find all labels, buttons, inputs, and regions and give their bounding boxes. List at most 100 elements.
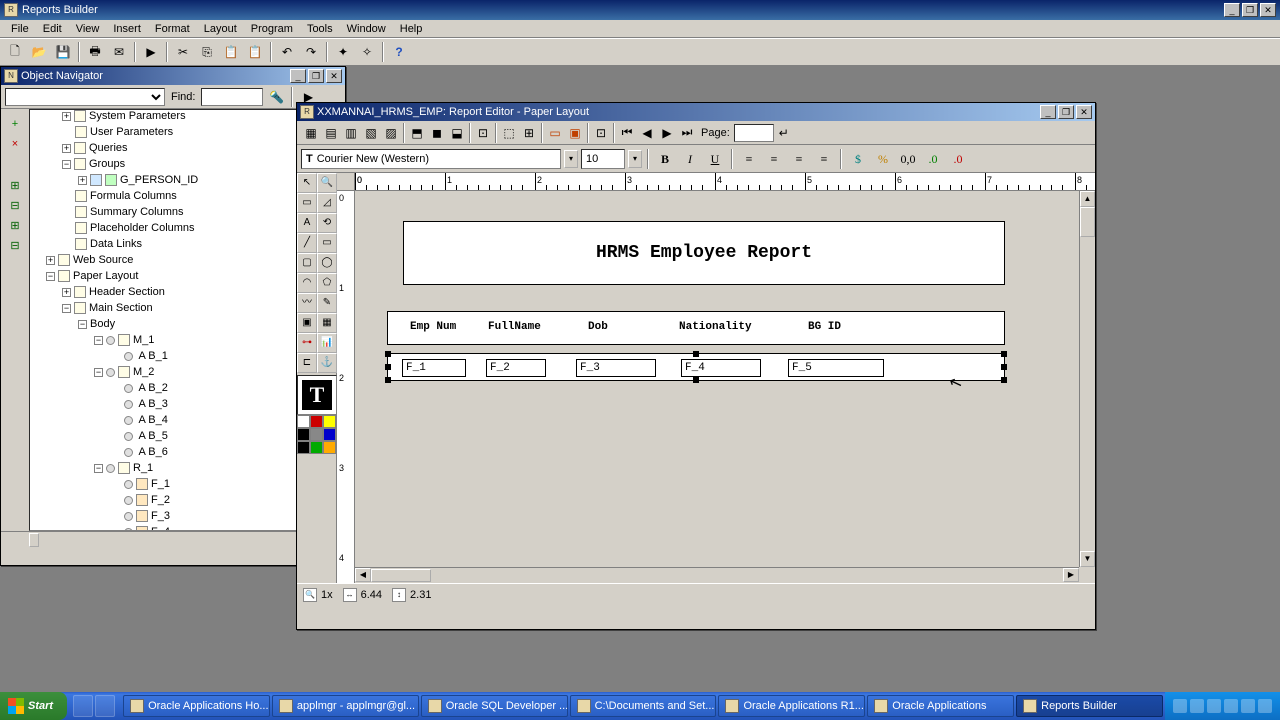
italic-button[interactable]: I xyxy=(679,148,701,170)
tray-icon[interactable] xyxy=(1207,699,1221,713)
font-select[interactable]: TCourier New (Western) xyxy=(301,149,561,169)
paste2-button[interactable]: 📋 xyxy=(244,41,266,63)
freehand-tool[interactable]: ✎ xyxy=(317,293,337,313)
arc-tool[interactable]: ◠ xyxy=(297,273,317,293)
first-page-icon[interactable]: ⏮ xyxy=(617,123,637,143)
editor-close[interactable]: ✕ xyxy=(1076,105,1092,119)
fontsize-select[interactable]: 10 xyxy=(581,149,625,169)
ellipse-tool[interactable]: ◯ xyxy=(317,253,337,273)
navigator-titlebar[interactable]: N Object Navigator _ ❐ ✕ xyxy=(1,67,345,85)
ql-show-desktop[interactable] xyxy=(73,695,93,717)
field-f1[interactable]: F_1 xyxy=(402,359,466,377)
find-input[interactable] xyxy=(201,88,263,106)
editor-minimize[interactable]: _ xyxy=(1040,105,1056,119)
editor-maximize[interactable]: ❐ xyxy=(1058,105,1074,119)
rect-tool[interactable]: ▭ xyxy=(317,233,337,253)
page-go-icon[interactable]: ↵ xyxy=(774,123,794,143)
editor-titlebar[interactable]: R XXMANNAI_HRMS_EMP: Report Editor - Pap… xyxy=(297,103,1095,121)
select-tool[interactable]: ↖ xyxy=(297,173,317,193)
system-tray[interactable] xyxy=(1165,692,1280,720)
collapse-all-icon[interactable]: ⊟ xyxy=(6,237,24,255)
expand-all-icon[interactable]: ⊞ xyxy=(6,217,24,235)
fontsize-dropdown-icon[interactable]: ▾ xyxy=(628,150,642,168)
cut-button[interactable]: ✂ xyxy=(172,41,194,63)
confine-off-icon[interactable]: ⊞ xyxy=(519,123,539,143)
layout-canvas[interactable]: HRMS Employee Report Emp Num FullName Do… xyxy=(355,191,1079,567)
insert-field-icon[interactable]: ▭ xyxy=(545,123,565,143)
view-datamodel-icon[interactable]: ▦ xyxy=(301,123,321,143)
zoom-normal-icon[interactable]: ⊡ xyxy=(473,123,493,143)
align-frame-icon[interactable]: ⊡ xyxy=(591,123,611,143)
view-paperlayout-icon[interactable]: ▥ xyxy=(341,123,361,143)
menu-file[interactable]: File xyxy=(4,21,36,37)
reshape-tool[interactable]: ◿ xyxy=(317,193,337,213)
chart-tool[interactable]: 📊 xyxy=(317,333,337,353)
field-f2[interactable]: F_2 xyxy=(486,359,546,377)
new-button[interactable]: 🗋 xyxy=(4,41,26,63)
view-paperdesign-icon[interactable]: ▧ xyxy=(361,123,381,143)
tray-icon[interactable] xyxy=(1224,699,1238,713)
column-headers-frame[interactable]: Emp Num FullName Dob Nationality BG ID xyxy=(387,311,1005,345)
minimize-button[interactable]: _ xyxy=(1224,3,1240,17)
run-button[interactable]: ▶ xyxy=(140,41,162,63)
task-applmgr[interactable]: applmgr - applmgr@gl... xyxy=(272,695,419,717)
button-tool[interactable]: ⊏ xyxy=(297,353,317,373)
repeating-frame-tool[interactable]: ▦ xyxy=(317,313,337,333)
mail-button[interactable]: ✉ xyxy=(108,41,130,63)
page-input[interactable] xyxy=(734,124,774,142)
currency-button[interactable]: $ xyxy=(847,148,869,170)
polyline-tool[interactable]: 〰 xyxy=(297,293,317,313)
menu-edit[interactable]: Edit xyxy=(36,21,69,37)
save-button[interactable]: 💾 xyxy=(52,41,74,63)
view-paramform-icon[interactable]: ▨ xyxy=(381,123,401,143)
frame-select-tool[interactable]: ▭ xyxy=(297,193,317,213)
prev-page-icon[interactable]: ◀ xyxy=(637,123,657,143)
text-tool[interactable]: A xyxy=(297,213,317,233)
align-right-button[interactable]: ≡ xyxy=(788,148,810,170)
underline-button[interactable]: U xyxy=(704,148,726,170)
menu-insert[interactable]: Insert xyxy=(106,21,148,37)
close-button[interactable]: ✕ xyxy=(1260,3,1276,17)
field-f4[interactable]: F_4 xyxy=(681,359,761,377)
view-weblayout-icon[interactable]: ▤ xyxy=(321,123,341,143)
header-section-icon[interactable]: ⬒ xyxy=(407,123,427,143)
frame-tool[interactable]: ▣ xyxy=(297,313,317,333)
open-button[interactable]: 📂 xyxy=(28,41,50,63)
task-oracle-apps-home[interactable]: Oracle Applications Ho... xyxy=(123,695,270,717)
print-button[interactable]: 🖶 xyxy=(84,41,106,63)
navigator-maximize[interactable]: ❐ xyxy=(308,69,324,83)
menu-window[interactable]: Window xyxy=(340,21,393,37)
redo-button[interactable]: ↷ xyxy=(300,41,322,63)
add-node-icon[interactable]: + xyxy=(6,115,24,133)
menu-tools[interactable]: Tools xyxy=(300,21,340,37)
task-documents[interactable]: C:\Documents and Set... xyxy=(570,695,717,717)
field-f5[interactable]: F_5 xyxy=(788,359,884,377)
undo-button[interactable]: ↶ xyxy=(276,41,298,63)
color-swatches[interactable] xyxy=(297,415,337,454)
tray-icon[interactable] xyxy=(1258,699,1272,713)
thousands-button[interactable]: 0,0 xyxy=(897,148,919,170)
trailer-section-icon[interactable]: ⬓ xyxy=(447,123,467,143)
polygon-tool[interactable]: ⬠ xyxy=(317,273,337,293)
percent-button[interactable]: % xyxy=(872,148,894,170)
roundrect-tool[interactable]: ▢ xyxy=(297,253,317,273)
field-f3[interactable]: F_3 xyxy=(576,359,656,377)
menu-layout[interactable]: Layout xyxy=(197,21,244,37)
bold-button[interactable]: B xyxy=(654,148,676,170)
menu-view[interactable]: View xyxy=(69,21,107,37)
task-reports-builder[interactable]: Reports Builder xyxy=(1016,695,1163,717)
next-page-icon[interactable]: ▶ xyxy=(657,123,677,143)
navigator-minimize[interactable]: _ xyxy=(290,69,306,83)
delete-node-icon[interactable]: × xyxy=(6,135,24,153)
line-tool[interactable]: ╱ xyxy=(297,233,317,253)
canvas-vscroll[interactable]: ▲▼ xyxy=(1079,191,1095,567)
find-go-icon[interactable]: 🔦 xyxy=(267,88,285,106)
add-decimal-button[interactable]: .0 xyxy=(922,148,944,170)
help-button[interactable]: ? xyxy=(388,41,410,63)
menu-format[interactable]: Format xyxy=(148,21,197,37)
magnify-tool[interactable]: 🔍 xyxy=(317,173,337,193)
menu-program[interactable]: Program xyxy=(244,21,300,37)
link-file-tool[interactable]: ⊶ xyxy=(297,333,317,353)
menu-help[interactable]: Help xyxy=(393,21,430,37)
tray-icon[interactable] xyxy=(1241,699,1255,713)
